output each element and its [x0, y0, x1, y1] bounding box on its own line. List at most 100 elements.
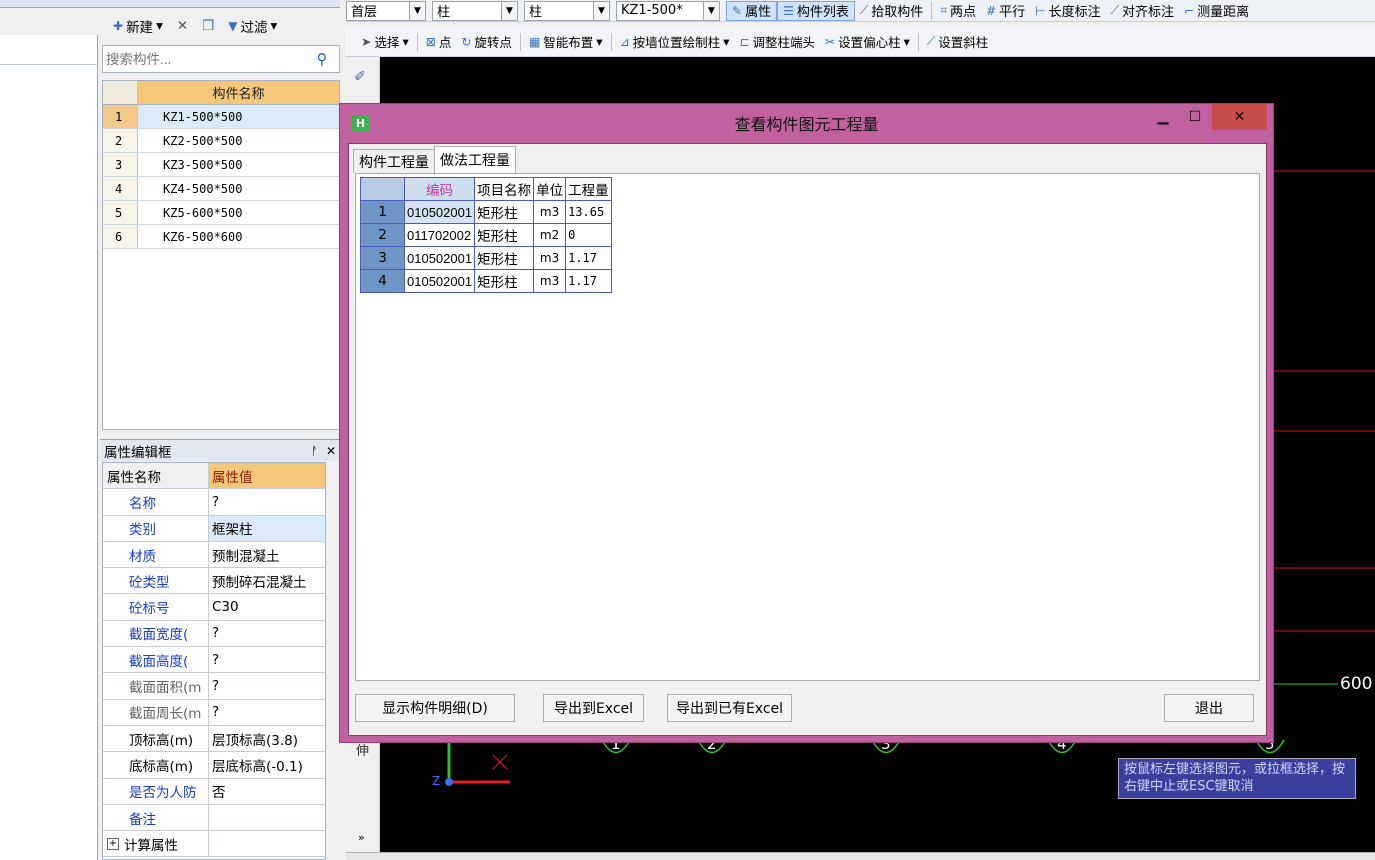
close-button[interactable]: ✕	[1212, 104, 1267, 130]
property-row[interactable]: 名称?	[103, 489, 325, 516]
pick-component-button[interactable]: ⟋ 拾取构件	[855, 1, 928, 21]
category-select[interactable]: 柱 ▼	[432, 0, 518, 21]
show-detail-button[interactable]: 显示构件明细(D)	[355, 694, 515, 722]
z-axis-label: Z	[432, 774, 441, 788]
maximize-button[interactable]: ☐	[1180, 104, 1210, 130]
pin-icon[interactable]: ᚠ	[311, 444, 318, 458]
draw-by-wall-button[interactable]: ⊿ 按墙位置绘制柱 ▾	[615, 32, 735, 52]
table-row[interactable]: 4 010502001 矩形柱 m3 1.17	[360, 269, 612, 293]
point-icon: ⊠	[425, 34, 436, 49]
column-header-unit: 单位	[533, 177, 567, 201]
property-row[interactable]: 截面高度(?	[103, 647, 325, 674]
origin-marker	[445, 778, 453, 786]
offset-icon: ✂	[825, 34, 836, 49]
delete-button[interactable]: ✕	[172, 16, 193, 36]
list-item[interactable]: 1 KZ1-500*500	[103, 105, 339, 129]
search-input[interactable]	[103, 47, 308, 71]
property-row[interactable]: 顶标高(m) 层顶标高(3.8)	[103, 725, 325, 753]
length-icon: ⊢	[1035, 3, 1046, 18]
list-item[interactable]: 2 KZ2-500*500	[103, 129, 339, 153]
drawing-toolbar: ➤ 选择 ▾ ⊠ 点 ↻ 旋转点 ▦ 智能布置 ▾ ⊿ 按墙位置绘制柱 ▾ ⊏ 调整柱端头 ✂ 设置…	[346, 27, 1375, 57]
chevron-down-icon: ▼	[703, 1, 719, 20]
set-offset-button[interactable]: ✂ 设置偏心柱 ▾	[820, 32, 915, 52]
property-panel-title: 属性编辑框	[104, 444, 172, 461]
column-header-quantity: 工程量	[565, 177, 612, 201]
property-row[interactable]: 是否为人防否	[103, 778, 325, 805]
property-row[interactable]: 砼标号 C30	[103, 594, 325, 621]
property-row[interactable]: 底标高(m) 层底标高(-0.1)	[103, 752, 325, 779]
property-row[interactable]: 类别 框架柱	[103, 515, 325, 542]
cursor-icon: ➤	[361, 34, 372, 49]
type-select[interactable]: 柱 ▼	[524, 0, 610, 21]
floor-select[interactable]: 首层 ▼	[346, 0, 426, 21]
grid-lines	[1260, 170, 1375, 632]
export-excel-button[interactable]: 导出到Excel	[543, 694, 644, 722]
tab-component-quantity[interactable]: 构件工程量	[353, 149, 435, 173]
adjust-end-button[interactable]: ⊏ 调整柱端头	[734, 32, 820, 52]
chevron-down-icon: ▼	[409, 1, 425, 20]
table-row[interactable]: 1 010502001 矩形柱 m3 13.65	[360, 200, 612, 224]
parallel-icon: #	[986, 3, 997, 18]
main-toolbar: 首层 ▼ 柱 ▼ 柱 ▼ KZ1-500* ▼ ✎ 属性 ☰ 构件列表 ⟋ 拾取构件 ⌗ 两点 …	[346, 0, 1375, 22]
minimize-button[interactable]: ▁	[1148, 104, 1178, 130]
component-select[interactable]: KZ1-500* ▼	[616, 0, 720, 21]
property-group-row[interactable]: + 计算属性	[103, 831, 325, 858]
expand-icon[interactable]: +	[107, 837, 119, 850]
double-chevron-icon[interactable]: »	[358, 831, 365, 844]
status-bar	[346, 852, 1375, 860]
list-item[interactable]: 5 KZ5-600*500	[103, 201, 339, 225]
rotate-icon: ↻	[461, 34, 472, 49]
property-row[interactable]: 截面面积(m?	[103, 673, 325, 700]
component-toolbar: ✚ 新建 ▾ ✕ ❐ ▼ 过滤 ▾	[102, 10, 340, 42]
smart-layout-button[interactable]: ▦ 智能布置 ▾	[524, 32, 608, 52]
search-icon[interactable]: ⚲	[308, 46, 336, 72]
grid-icon: ▦	[528, 34, 541, 49]
new-icon: ✚	[113, 19, 124, 33]
align-dimension-button[interactable]: ⟋ 对齐标注	[1106, 1, 1179, 21]
wall-icon: ⊿	[619, 34, 630, 49]
length-dimension-button[interactable]: ⊢ 长度标注	[1030, 1, 1105, 21]
exit-button[interactable]: 退出	[1164, 694, 1254, 722]
export-existing-excel-button[interactable]: 导出到已有Excel	[667, 694, 792, 722]
navigation-strip[interactable]	[0, 35, 98, 860]
list-item[interactable]: 6 KZ6-500*600	[103, 225, 339, 249]
filter-icon: ▼	[228, 19, 238, 33]
property-row[interactable]: 砼类型 预制碎石混凝土	[103, 568, 325, 595]
property-row[interactable]: 截面宽度(?	[103, 620, 325, 648]
property-table: 属性名称 属性值 名称? 类别 框架柱 材质 预制混凝土 砼类型 预制碎石混凝土 砼标号…	[102, 462, 326, 860]
property-button[interactable]: ✎ 属性	[726, 0, 778, 21]
dialog-body: 构件工程量 做法工程量 编码 项目名称 单位 工程量 1 010502001 矩…	[348, 143, 1267, 736]
property-header-row: 属性名称 属性值	[103, 463, 325, 490]
property-row[interactable]: 备注	[103, 804, 325, 832]
align-icon: ⟋	[1110, 3, 1120, 17]
copy-button[interactable]: ❐	[197, 16, 219, 36]
adjust-icon: ⊏	[739, 34, 750, 49]
parallel-button[interactable]: # 平行	[981, 1, 1030, 21]
dialog-title-bar[interactable]: H 查看构件图元工程量 ▁ ☐ ✕	[340, 104, 1273, 142]
list-item[interactable]: 4 KZ4-500*500	[103, 177, 339, 201]
property-panel-header: 属性编辑框 ᚠ ✕	[100, 439, 340, 461]
property-row[interactable]: 材质 预制混凝土	[103, 541, 325, 569]
column-header-code: 编码	[403, 177, 476, 201]
point-button[interactable]: ⊠ 点	[421, 32, 457, 52]
column-header-name: 构件名称	[138, 81, 339, 104]
app-icon: H	[352, 114, 369, 132]
list-item[interactable]: 3 KZ3-500*500	[103, 153, 339, 177]
close-icon[interactable]: ✕	[326, 444, 336, 458]
filter-button[interactable]: ▼ 过滤 ▾	[223, 16, 282, 36]
brush-icon[interactable]: ✐	[354, 69, 366, 85]
property-row[interactable]: 截面周长(m?	[103, 699, 325, 726]
component-list-button[interactable]: ☰ 构件列表	[777, 0, 855, 21]
component-list-header: 构件名称	[103, 81, 339, 105]
new-button[interactable]: ✚ 新建 ▾	[108, 16, 168, 36]
tab-method-quantity[interactable]: 做法工程量	[434, 146, 516, 173]
measure-distance-button[interactable]: ⌐ 测量距离	[1179, 1, 1254, 21]
slant-icon: ⟋	[926, 34, 936, 48]
select-button[interactable]: ➤ 选择 ▾	[356, 32, 414, 52]
set-slant-button[interactable]: ⟋ 设置斜柱	[922, 32, 993, 52]
table-row[interactable]: 2 011702002 矩形柱 m2 0	[360, 223, 612, 247]
rotate-point-button[interactable]: ↻ 旋转点	[456, 32, 517, 52]
table-row[interactable]: 3 010502001 矩形柱 m3 1.17	[360, 246, 612, 270]
two-point-button[interactable]: ⌗ 两点	[935, 1, 981, 21]
quantity-dialog: H 查看构件图元工程量 ▁ ☐ ✕ 构件工程量 做法工程量 编码 项目名称 单位…	[339, 103, 1274, 743]
